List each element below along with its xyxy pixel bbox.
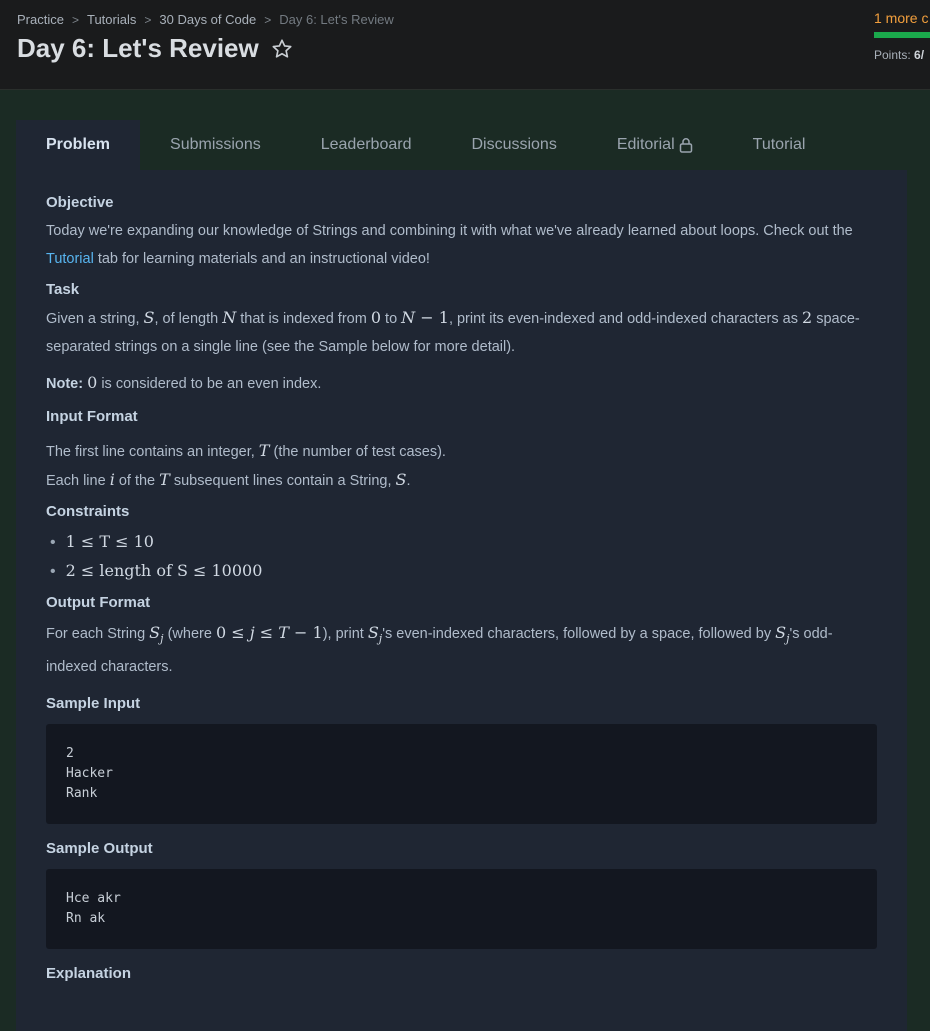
chevron-right-icon: > (71, 12, 79, 27)
input-text-part: of the (118, 473, 156, 489)
sample-input-heading: Sample Input (46, 695, 141, 713)
task-text-part: that is indexed from (240, 311, 367, 327)
chevron-right-icon: > (264, 12, 272, 27)
constraints-list: 1 ≤ T ≤ 10 2 ≤ length of S ≤ 10000 (46, 528, 877, 586)
input-format-line1: The first line contains an integer, T (t… (46, 437, 877, 466)
math-zero: 0 (370, 308, 382, 327)
input-text-part: (the number of test cases). (273, 444, 446, 460)
task-heading: Task (46, 281, 80, 298)
objective-text: Today we're expanding our knowledge of S… (46, 217, 877, 273)
explanation-heading: Explanation (46, 965, 132, 983)
input-format-heading: Input Format (46, 408, 138, 425)
tab-editorial[interactable]: Editorial (587, 120, 723, 170)
output-text-part: ), print (322, 626, 364, 642)
constraint-item: 1 ≤ T ≤ 10 (50, 528, 877, 557)
math-n-minus-1: N (401, 308, 416, 327)
math-S: S (143, 308, 155, 327)
challenge-progress: 1 more c Points: 6/ (874, 10, 930, 62)
math-Sj: Sj (367, 623, 383, 646)
chevron-right-icon: > (144, 12, 152, 27)
challenge-tabs: Problem Submissions Leaderboard Discussi… (16, 120, 835, 170)
math-Sj: Sj (775, 623, 790, 646)
input-text-part: The first line contains an integer, (46, 444, 255, 460)
sample-input-code: 2 Hacker Rank (46, 724, 877, 825)
task-text-part: Given a string, (46, 311, 140, 327)
breadcrumb-current: Day 6: Let's Review (279, 12, 394, 27)
math-S: S (395, 470, 407, 489)
note-text: is considered to be an even index. (101, 376, 322, 392)
math-i: i (109, 470, 115, 489)
task-text-part: , of length (154, 311, 219, 327)
input-text-part: Each line (46, 473, 106, 489)
math-Sj: Sj (149, 623, 164, 646)
output-text-part: (where (167, 626, 212, 642)
tab-problem[interactable]: Problem (16, 120, 141, 170)
breadcrumb-practice[interactable]: Practice (17, 12, 64, 27)
input-text-part: subsequent lines contain a String, (173, 473, 392, 489)
math-T: T (258, 441, 270, 460)
output-format-text: For each String Sj (where 0 ≤ j ≤ T − 1)… (46, 619, 877, 681)
math-T: T (159, 470, 170, 489)
output-text-part: 's even-indexed characters, followed by … (382, 626, 772, 642)
star-icon[interactable] (271, 38, 293, 60)
problem-statement: Objective Today we're expanding our know… (16, 170, 907, 1031)
tab-label: Discussions (471, 136, 557, 153)
tab-label: Tutorial (752, 136, 806, 153)
points-label: Points: (874, 48, 911, 62)
page-title: Day 6: Let's Review (17, 33, 293, 64)
points: Points: 6/ (874, 48, 930, 62)
tutorial-link[interactable]: Tutorial (46, 251, 94, 267)
objective-heading: Objective (46, 194, 114, 211)
output-format-heading: Output Format (46, 594, 151, 611)
sample-output-code: Hce akr Rn ak (46, 869, 877, 950)
math-range: 0 ≤ j ≤ T − 1 (215, 623, 323, 642)
output-text-part: For each String (46, 626, 146, 642)
tab-submissions[interactable]: Submissions (140, 120, 291, 170)
sample-output-heading: Sample Output (46, 840, 153, 858)
input-format-line2: Each line i of the T subsequent lines co… (46, 470, 411, 489)
progress-fill (874, 32, 930, 38)
task-text-part: to (385, 311, 398, 327)
math-two: 2 (801, 308, 813, 327)
progress-bar (874, 32, 930, 38)
page-header: Practice > Tutorials > 30 Days of Code >… (0, 0, 930, 90)
objective-text-before: Today we're expanding our knowledge of S… (46, 223, 853, 239)
constraint-item: 2 ≤ length of S ≤ 10000 (50, 557, 877, 586)
lock-icon (679, 138, 692, 153)
page-title-text: Day 6: Let's Review (17, 33, 259, 63)
math-minus-one: − 1 (415, 308, 449, 327)
task-text-part: , print its even-indexed and odd-indexed… (448, 311, 798, 327)
math-N: N (222, 308, 237, 327)
tab-label: Leaderboard (320, 136, 412, 153)
tab-label: Editorial (616, 136, 675, 153)
more-challenges-link[interactable]: 1 more c (874, 10, 930, 26)
tab-leaderboard[interactable]: Leaderboard (291, 120, 442, 170)
task-text: Given a string, S, of length N that is i… (46, 304, 877, 361)
tab-label: Submissions (170, 136, 261, 153)
tab-discussions[interactable]: Discussions (441, 120, 586, 170)
tab-tutorial[interactable]: Tutorial (723, 120, 836, 170)
constraints-heading: Constraints (46, 503, 130, 520)
objective-text-after: tab for learning materials and an instru… (93, 251, 430, 267)
note-label: Note: (46, 376, 84, 392)
breadcrumb-tutorials[interactable]: Tutorials (87, 12, 136, 27)
math-zero: 0 (87, 373, 98, 392)
breadcrumb-30-days[interactable]: 30 Days of Code (159, 12, 256, 27)
tab-label: Problem (46, 136, 111, 153)
points-value: 6/ (914, 48, 925, 62)
breadcrumb: Practice > Tutorials > 30 Days of Code >… (17, 12, 394, 27)
task-note: Note: 0 is considered to be an even inde… (46, 369, 877, 398)
